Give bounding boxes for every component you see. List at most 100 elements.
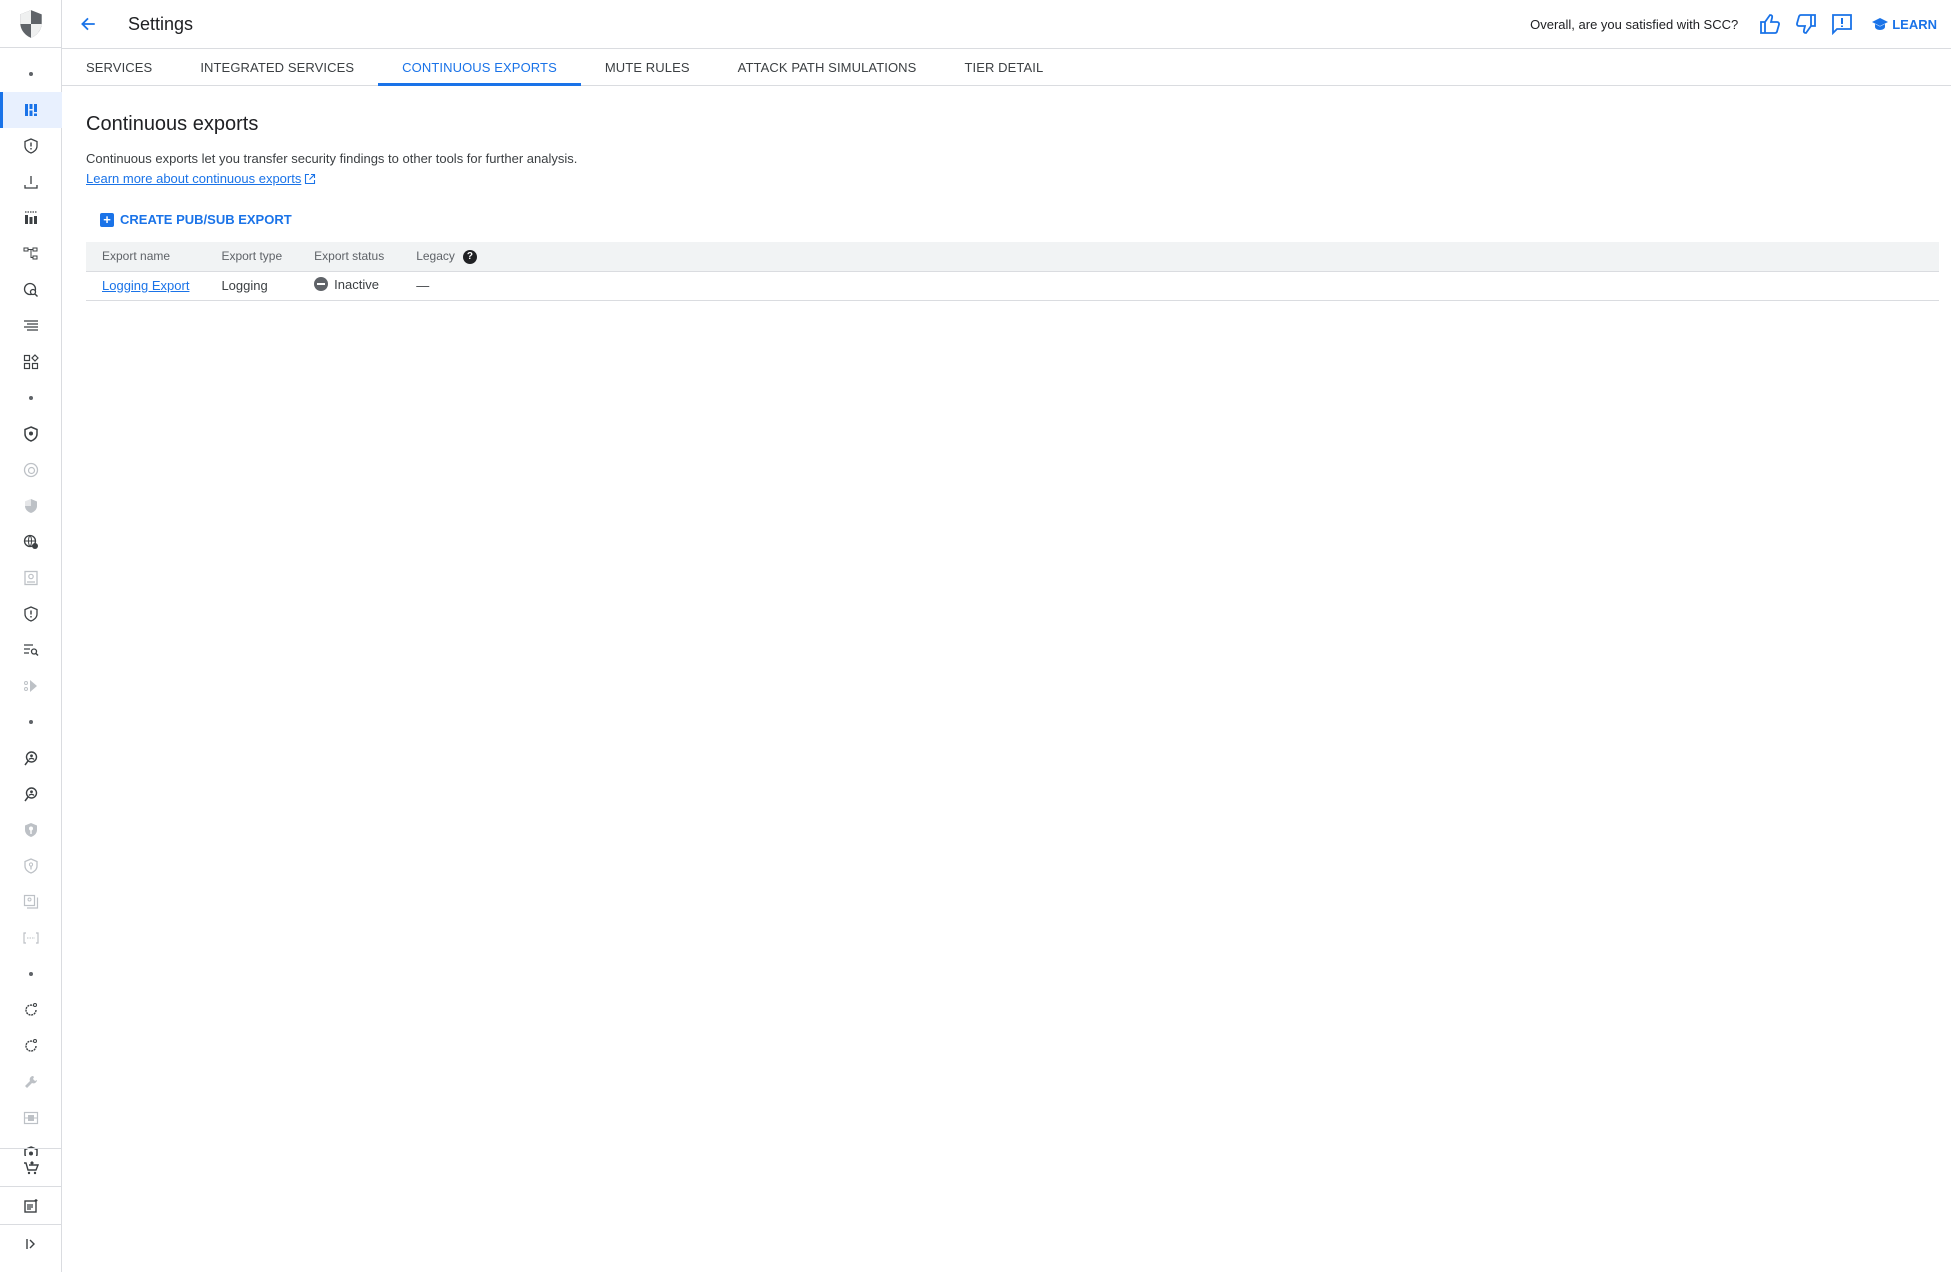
- expand-sidebar-icon: [26, 1238, 35, 1249]
- tab-integrated-services[interactable]: INTEGRATED SERVICES: [176, 49, 378, 85]
- left-nav-sidebar: [0, 0, 62, 1272]
- sidebar-item-refresh[interactable]: [0, 1028, 62, 1064]
- row-spacer: [492, 271, 1939, 301]
- nav-list: [0, 56, 62, 1156]
- back-button[interactable]: [68, 4, 108, 44]
- create-pubsub-export-label: CREATE PUB/SUB EXPORT: [120, 212, 292, 227]
- sidebar-item-hierarchy[interactable]: [0, 236, 62, 272]
- tab-services[interactable]: SERVICES: [62, 49, 176, 85]
- sidebar-bottom: [0, 1148, 62, 1262]
- sidebar-item-globe-search[interactable]: [0, 272, 62, 308]
- learn-label: LEARN: [1892, 16, 1937, 32]
- learn-button[interactable]: LEARN: [1872, 17, 1937, 32]
- learn-more-label: Learn more about continuous exports: [86, 171, 302, 186]
- sidebar-item-shield-alert[interactable]: [0, 128, 62, 164]
- hierarchy-icon: [23, 247, 38, 260]
- sidebar-item-direction[interactable]: [0, 668, 62, 704]
- top-bar: Settings Overall, are you satisfied with…: [62, 0, 1951, 49]
- shield-alert-icon: [24, 606, 38, 622]
- sidebar-section-separator: [0, 56, 62, 92]
- column-header-export-name[interactable]: Export name: [86, 242, 205, 271]
- export-type-cell: Logging: [205, 271, 299, 301]
- sidebar-item-filter-frame[interactable]: [0, 1100, 62, 1136]
- status-label: Inactive: [334, 276, 379, 292]
- sidebar-item-marketplace[interactable]: [0, 1148, 62, 1186]
- column-spacer: [493, 242, 1939, 271]
- back-arrow-icon: [81, 17, 95, 31]
- sidebar-item-list[interactable]: [0, 308, 62, 344]
- globe-add-icon: [23, 534, 38, 549]
- sidebar-item-photo-stack[interactable]: [0, 884, 62, 920]
- tab-continuous-exports[interactable]: CONTINUOUS EXPORTS: [378, 49, 581, 86]
- sidebar-section-separator: [0, 380, 62, 416]
- page-title: Settings: [128, 13, 194, 34]
- sidebar-item-brackets[interactable]: [0, 920, 62, 956]
- person-search-icon: [24, 787, 38, 802]
- table-row: Logging Export Logging Inactive —: [86, 271, 1939, 301]
- thumb-down-button[interactable]: [1788, 6, 1824, 42]
- column-header-export-status[interactable]: Export status: [298, 242, 400, 271]
- sidebar-item-dashboard[interactable]: [0, 92, 62, 128]
- scc-logo[interactable]: [0, 0, 62, 48]
- globe-search-icon: [23, 282, 38, 297]
- refresh-icon: [25, 1003, 37, 1016]
- send-feedback-button[interactable]: [1824, 6, 1860, 42]
- security-shield-icon: [25, 499, 37, 513]
- sidebar-item-bar-chart[interactable]: [0, 200, 62, 236]
- feedback-question: Overall, are you satisfied with SCC?: [1530, 16, 1739, 32]
- refresh-icon: [25, 1039, 37, 1052]
- thumb-up-button[interactable]: [1752, 6, 1788, 42]
- dot-icon: [29, 72, 33, 76]
- copyright-shield-icon: [23, 462, 39, 478]
- shield-alert-icon: [24, 138, 38, 154]
- marketplace-cart-icon: [24, 1160, 39, 1174]
- expand-sidebar-button[interactable]: [0, 1224, 62, 1262]
- sidebar-section-separator: [0, 956, 62, 992]
- export-status-cell: Inactive: [298, 271, 401, 301]
- column-header-legacy: Legacy?: [400, 242, 493, 271]
- widgets-icon: [23, 354, 39, 370]
- sidebar-item-copyright-shield[interactable]: [0, 452, 62, 488]
- help-icon[interactable]: ?: [462, 249, 477, 264]
- person-search-icon: [24, 751, 38, 766]
- sidebar-item-security-shield[interactable]: [0, 488, 62, 524]
- sidebar-item-wrench[interactable]: [0, 1064, 62, 1100]
- inactive-status-icon: [314, 277, 329, 292]
- sidebar-item-shield[interactable]: [0, 416, 62, 452]
- sidebar-item-globe-add[interactable]: [0, 524, 62, 560]
- sidebar-item-download[interactable]: [0, 164, 62, 200]
- sidebar-item-badge[interactable]: [0, 560, 62, 596]
- main-content: Continuous exports Continuous exports le…: [86, 86, 1939, 301]
- dot-icon: [29, 396, 33, 400]
- table-header-row: Export name Export type Export status Le…: [86, 242, 1939, 271]
- legacy-cell: —: [400, 271, 493, 301]
- sidebar-item-widgets[interactable]: [0, 344, 62, 380]
- dot-icon: [29, 720, 33, 724]
- bar-chart-icon: [25, 211, 37, 224]
- sidebar-item-search-list[interactable]: [0, 632, 62, 668]
- create-pubsub-export-button[interactable]: + CREATE PUB/SUB EXPORT: [100, 212, 292, 227]
- tab-tier-detail[interactable]: TIER DETAIL: [940, 49, 1067, 85]
- shield-icon: [24, 426, 38, 442]
- photo-stack-icon: [23, 894, 39, 909]
- tab-attack-path-simulations[interactable]: ATTACK PATH SIMULATIONS: [714, 49, 941, 85]
- export-name-link[interactable]: Logging Export: [102, 278, 189, 293]
- school-icon: [1872, 18, 1889, 30]
- column-header-export-type[interactable]: Export type: [205, 242, 298, 271]
- sidebar-item-shield-lock[interactable]: [0, 848, 62, 884]
- sidebar-item-shield-alert[interactable]: [0, 596, 62, 632]
- scc-shield-logo-icon: [20, 9, 42, 38]
- sidebar-item-person-search[interactable]: [0, 740, 62, 776]
- shield-lock-icon: [24, 858, 38, 874]
- sidebar-item-shield-key[interactable]: [0, 812, 62, 848]
- sidebar-item-person-search[interactable]: [0, 776, 62, 812]
- section-description: Continuous exports let you transfer secu…: [86, 151, 578, 166]
- legacy-label: Legacy: [416, 248, 455, 263]
- filter-frame-icon: [23, 1111, 39, 1125]
- tab-mute-rules[interactable]: MUTE RULES: [581, 49, 714, 85]
- learn-more-link[interactable]: Learn more about continuous exports: [86, 171, 316, 186]
- sidebar-item-release-notes[interactable]: [0, 1186, 62, 1224]
- direction-icon: [24, 680, 37, 692]
- thumb-down-icon: [1796, 14, 1817, 34]
- sidebar-item-refresh[interactable]: [0, 992, 62, 1028]
